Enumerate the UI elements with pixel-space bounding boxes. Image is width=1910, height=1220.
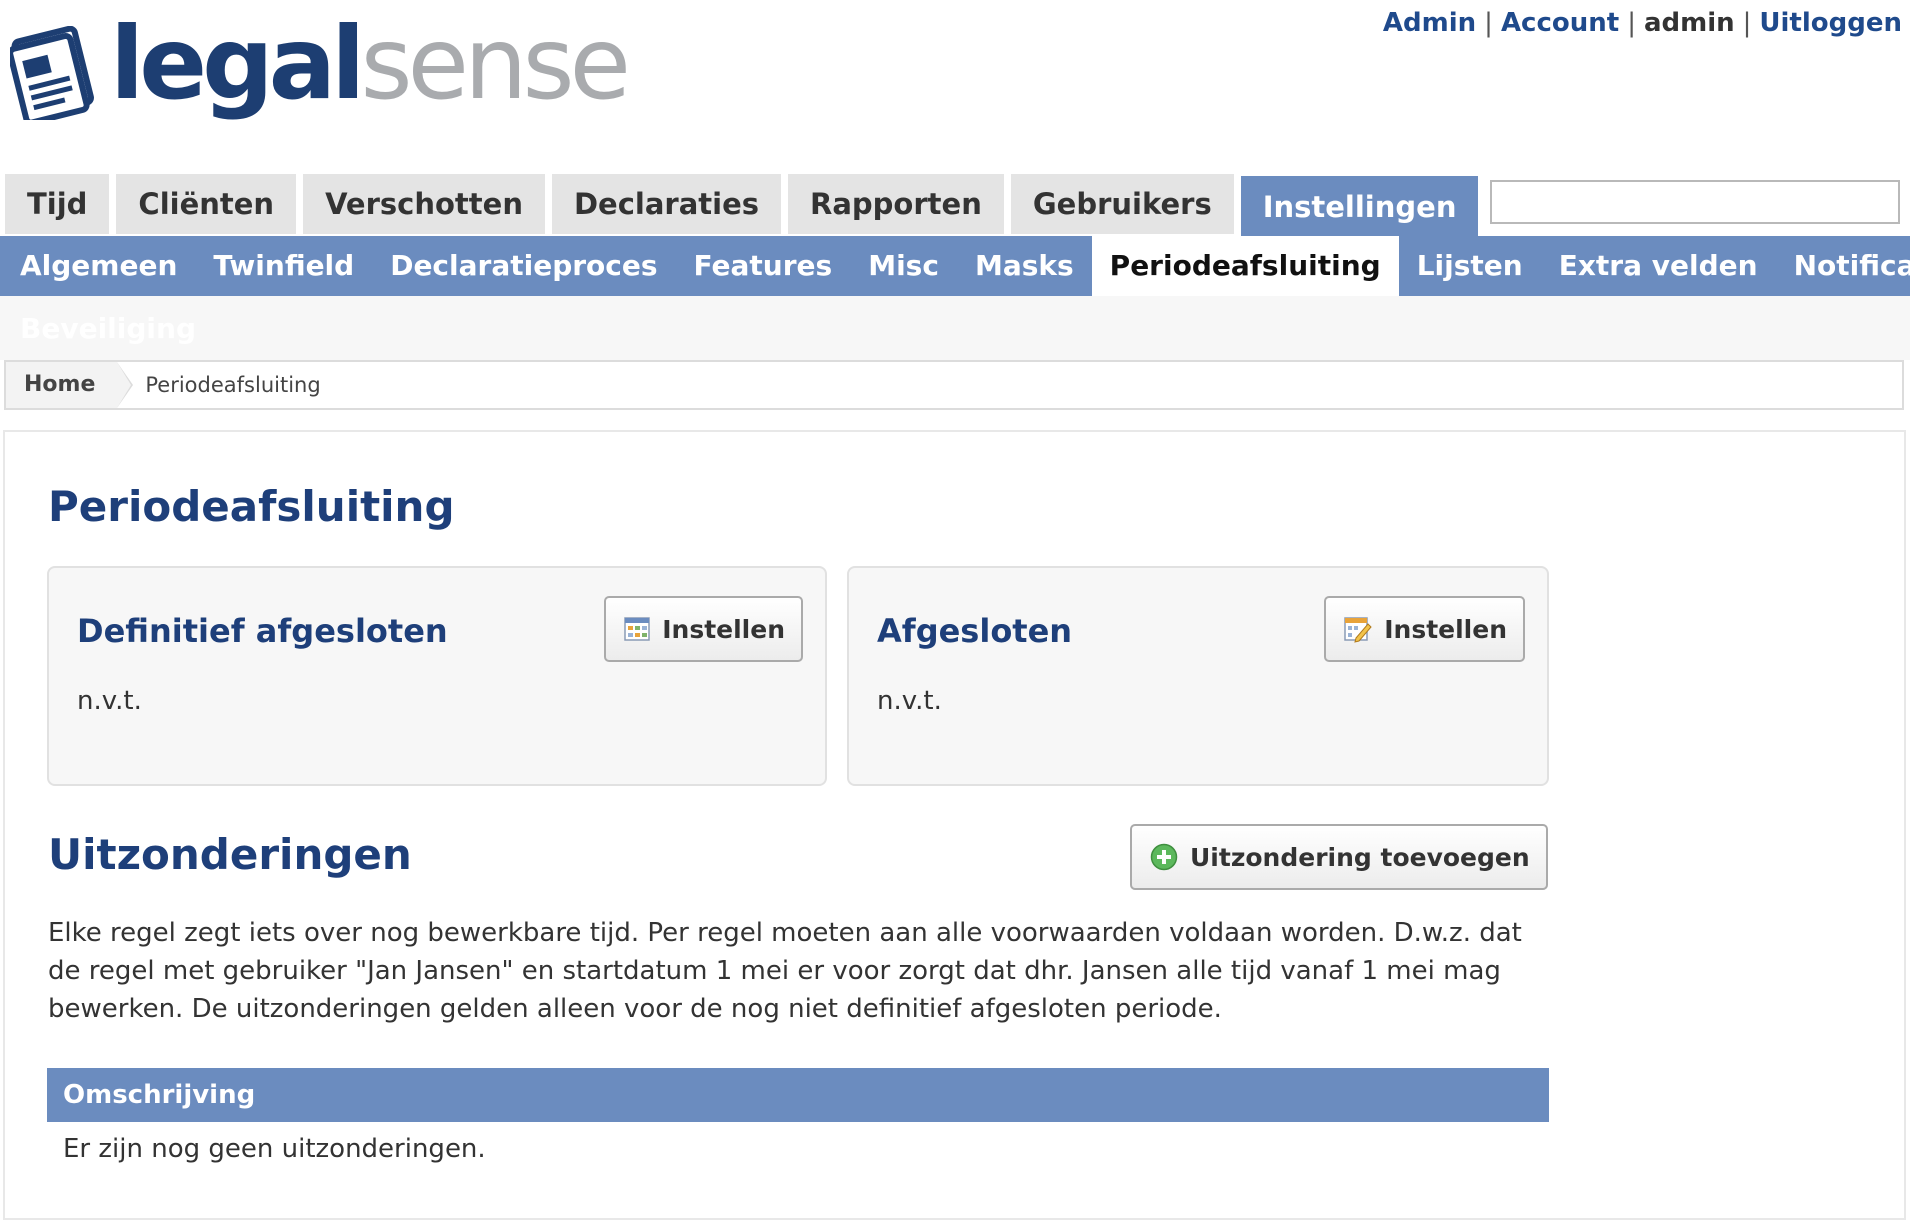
calendar-edit-icon — [1344, 615, 1372, 643]
panel-value: n.v.t. — [77, 686, 142, 716]
page-title: Periodeafsluiting — [48, 482, 455, 531]
main-tab-verschotten[interactable]: Verschotten — [303, 174, 545, 234]
add-circle-icon — [1150, 843, 1178, 871]
logo-text: legalsense — [110, 5, 631, 122]
panel-definitief-afgesloten: Definitief afgesloten Instellen n.v.t. — [47, 566, 827, 786]
main-tab-declaraties[interactable]: Declaraties — [551, 174, 782, 234]
sub-tab-algemeen[interactable]: Algemeen — [2, 236, 195, 296]
logout-link[interactable]: Uitloggen — [1759, 8, 1902, 38]
section-title-uitzonderingen: Uitzonderingen — [48, 830, 412, 879]
search-input[interactable] — [1490, 180, 1900, 224]
sub-tab-misc[interactable]: Misc — [850, 236, 957, 296]
document-stack-icon — [7, 25, 96, 126]
panel-afgesloten: Afgesloten Instellen n.v.t. — [847, 566, 1549, 786]
sub-tab-lijsten[interactable]: Lijsten — [1399, 236, 1541, 296]
separator: | — [1484, 8, 1493, 38]
sub-nav: Algemeen Twinfield Declaratieproces Feat… — [0, 236, 1910, 296]
panel-value: n.v.t. — [877, 686, 942, 716]
sub-tab-twinfield[interactable]: Twinfield — [195, 236, 372, 296]
breadcrumb-home-label: Home — [24, 372, 96, 397]
calendar-icon — [624, 616, 650, 642]
breadcrumb-separator — [117, 362, 132, 408]
instellen-label: Instellen — [662, 614, 785, 644]
sub-tab-masks[interactable]: Masks — [957, 236, 1092, 296]
sub-tab-extra-velden[interactable]: Extra velden — [1541, 236, 1776, 296]
separator: | — [1627, 8, 1636, 38]
exceptions-table: Omschrijving Er zijn nog geen uitzonderi… — [47, 1068, 1549, 1176]
table-empty-message: Er zijn nog geen uitzonderingen. — [63, 1134, 486, 1164]
exceptions-description: Elke regel zegt iets over nog bewerkbare… — [48, 918, 1522, 1024]
logo[interactable]: legalsense — [7, 14, 631, 126]
instellen-afgesloten-button[interactable]: Instellen — [1324, 596, 1525, 662]
breadcrumb-home[interactable]: Home — [6, 362, 134, 408]
main-tab-clienten[interactable]: Cliënten — [116, 174, 297, 234]
main-tab-instellingen[interactable]: Instellingen — [1240, 176, 1479, 238]
add-exception-button[interactable]: Uitzondering toevoegen — [1130, 824, 1548, 890]
sub-tab-features[interactable]: Features — [676, 236, 851, 296]
account-link[interactable]: Account — [1501, 8, 1619, 38]
sub-nav-overflow-row: Beveiliging — [0, 296, 1910, 360]
current-user: admin — [1643, 8, 1735, 38]
main-tab-gebruikers[interactable]: Gebruikers — [1010, 174, 1234, 234]
sub-tab-declaratieproces[interactable]: Declaratieproces — [372, 236, 675, 296]
breadcrumb-current: Periodeafsluiting — [145, 373, 321, 397]
main-nav: Tijd Cliënten Verschotten Declaraties Ra… — [5, 174, 1479, 238]
table-header-omschrijving[interactable]: Omschrijving — [47, 1068, 1549, 1122]
sub-tab-notificaties[interactable]: Notificaties — [1776, 236, 1910, 296]
separator: | — [1742, 8, 1752, 38]
breadcrumb: Home Periodeafsluiting — [4, 360, 1904, 410]
main-tab-tijd[interactable]: Tijd — [5, 174, 110, 234]
admin-link[interactable]: Admin — [1383, 8, 1476, 38]
main-content: Periodeafsluiting Definitief afgesloten … — [3, 430, 1906, 1220]
main-tab-rapporten[interactable]: Rapporten — [788, 174, 1004, 234]
top-links: Admin | Account | admin | Uitloggen — [1383, 8, 1902, 38]
instellen-label: Instellen — [1384, 614, 1507, 644]
instellen-definitief-button[interactable]: Instellen — [604, 596, 803, 662]
sub-tab-periodeafsluiting[interactable]: Periodeafsluiting — [1091, 236, 1399, 296]
panel-title: Afgesloten — [877, 612, 1073, 650]
add-exception-label: Uitzondering toevoegen — [1190, 842, 1530, 872]
sub-tab-beveiliging[interactable]: Beveiliging — [20, 312, 196, 345]
panel-title: Definitief afgesloten — [77, 612, 448, 650]
